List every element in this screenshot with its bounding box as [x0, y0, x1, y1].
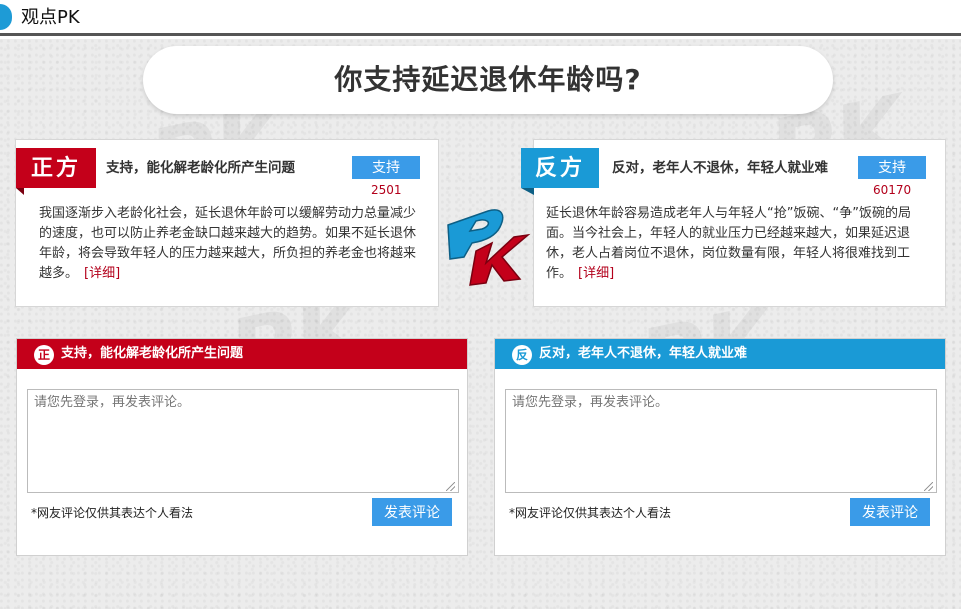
pk-logo-icon	[447, 209, 531, 286]
pro-card-body: 我国逐渐步入老龄化社会，延长退休年龄可以缓解劳动力总量减少的速度，也可以防止养老…	[39, 204, 423, 284]
pro-comment-panel: 正 支持，能化解老龄化所产生问题 *网友评论仅供其表达个人看法 发表评论	[16, 338, 468, 556]
pro-badge-icon: 正	[34, 345, 54, 365]
title-accent-marker	[0, 4, 12, 30]
con-card-body: 延长退休年龄容易造成老年人与年轻人“抢”饭碗、“争”饭碗的局面。当今社会上，年轻…	[546, 204, 930, 284]
resize-grip-icon[interactable]	[924, 482, 933, 491]
con-badge-icon: 反	[512, 345, 532, 365]
con-card: 反方 反对，老年人不退休，年轻人就业难 支持 60170 延长退休年龄容易造成老…	[521, 139, 946, 307]
top-bar: 观点PK	[0, 0, 961, 36]
pro-panel-heading: 支持，能化解老龄化所产生问题	[61, 346, 244, 361]
pro-card-title: 支持，能化解老龄化所产生问题	[106, 160, 295, 176]
page-title: 观点PK	[21, 7, 80, 28]
pro-detail-link[interactable]: [详细]	[84, 266, 120, 281]
pro-side-tag: 正方	[16, 148, 96, 195]
pro-panel-header: 正 支持，能化解老龄化所产生问题	[17, 339, 467, 369]
pro-disclaimer: *网友评论仅供其表达个人看法	[31, 506, 194, 520]
con-card-title: 反对，老年人不退休，年轻人就业难	[612, 160, 828, 176]
pk-logo-k	[469, 233, 531, 286]
pro-comment-input[interactable]	[27, 389, 459, 493]
con-disclaimer: *网友评论仅供其表达个人看法	[509, 506, 672, 520]
pro-submit-comment-button[interactable]: 发表评论	[372, 498, 452, 526]
pro-vote-button[interactable]: 支持	[352, 156, 420, 179]
con-vote-button[interactable]: 支持	[858, 156, 926, 179]
pro-card: 正方 支持，能化解老龄化所产生问题 支持 2501 我国逐渐步入老龄化社会，延长…	[15, 139, 439, 307]
con-comment-input[interactable]	[505, 389, 937, 493]
con-comment-panel: 反 反对，老年人不退休，年轻人就业难 *网友评论仅供其表达个人看法 发表评论	[494, 338, 946, 556]
con-panel-heading: 反对，老年人不退休，年轻人就业难	[539, 346, 748, 361]
con-side-tag: 反方	[521, 148, 599, 195]
con-submit-comment-button[interactable]: 发表评论	[850, 498, 930, 526]
resize-grip-icon[interactable]	[446, 482, 455, 491]
con-detail-link[interactable]: [详细]	[578, 266, 614, 281]
con-vote-count: 60170	[873, 183, 912, 197]
con-panel-header: 反 反对，老年人不退休，年轻人就业难	[495, 339, 945, 369]
pro-vote-count: 2501	[371, 183, 402, 197]
debate-question: 你支持延迟退休年龄吗?	[143, 46, 833, 114]
